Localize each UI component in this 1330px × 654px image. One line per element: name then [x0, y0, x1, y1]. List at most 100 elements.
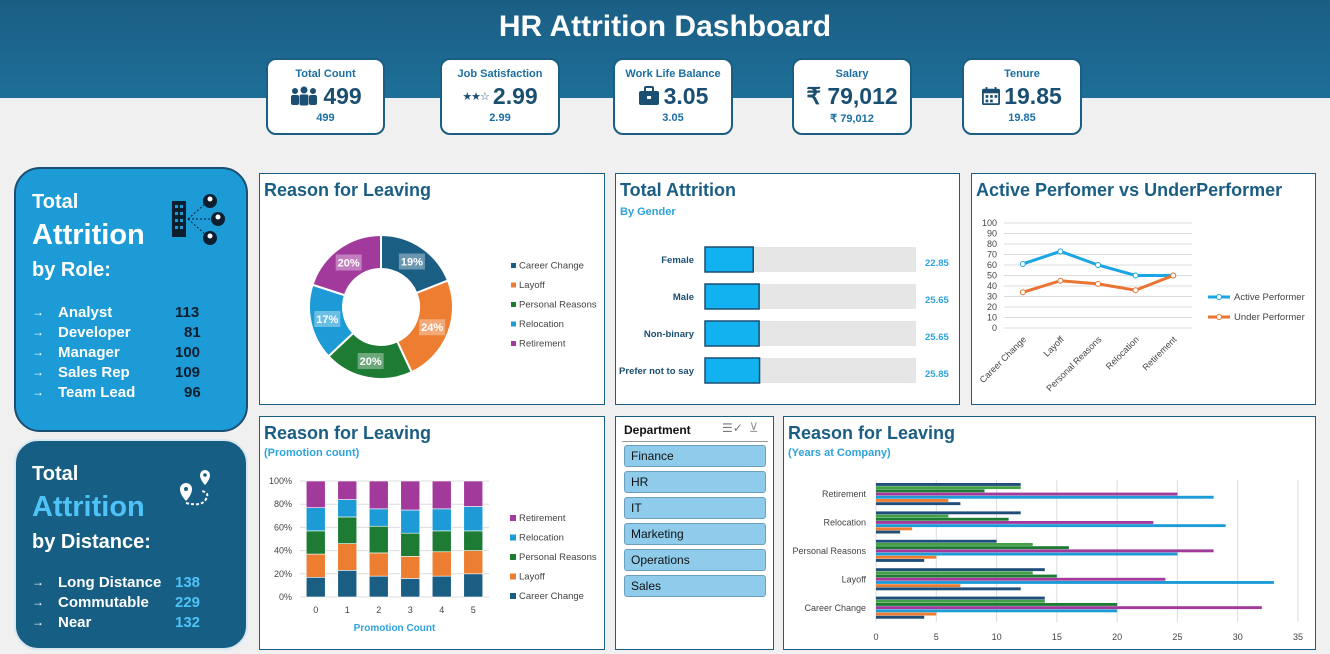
grouped-bar [876, 568, 1045, 572]
arrow-right-icon: → [32, 595, 44, 609]
card-line2: Attrition [32, 219, 145, 251]
role-name: Team Lead [58, 383, 136, 401]
attrition-by-distance-card: Total Attrition by Distance: → Long Dista… [14, 439, 248, 650]
grouped-bar [876, 609, 1118, 613]
x-tick-label: 4 [439, 605, 444, 615]
list-item: → Manager 100 [32, 342, 232, 362]
kpi-job-satisfaction[interactable]: Job Satisfaction ★★☆ 2.99 2.99 [440, 58, 560, 135]
distance-list: → Long Distance 138 → Commutable 229 → Near 13… [32, 572, 232, 632]
legend-label: Active Performer [1234, 292, 1305, 303]
x-tick-label: 35 [1293, 632, 1303, 642]
list-item: → Long Distance 138 [32, 572, 232, 592]
legend-swatch [510, 554, 516, 560]
category-label: Relocation [823, 518, 866, 528]
y-tick-label: 40% [274, 546, 292, 556]
people-icon [291, 86, 318, 106]
legend-marker [1216, 314, 1222, 320]
stacked-bar-segment [305, 530, 326, 555]
x-tick-label: 30 [1233, 632, 1243, 642]
slicer-item-finance[interactable]: Finance [624, 445, 766, 467]
list-item: → Analyst 113 [32, 302, 232, 322]
y-tick-label: 0 [992, 323, 997, 333]
data-point [1170, 272, 1177, 279]
y-tick-label: 10 [987, 313, 997, 323]
kpi-sub: 3.05 [662, 112, 684, 124]
y-tick-label: 90 [987, 229, 997, 239]
x-tick-label: Retirement [1140, 334, 1179, 373]
map-route-icon [180, 470, 210, 506]
calendar-icon [982, 87, 1001, 105]
x-tick-label: 25 [1172, 632, 1182, 642]
distance-value: 229 [175, 593, 201, 611]
kpi-sub: ₹ 79,012 [830, 113, 874, 125]
y-tick-label: 60% [274, 522, 292, 532]
donut-data-label: 20% [338, 258, 360, 270]
stacked-bar-segment [337, 543, 358, 571]
stacked-bar-segment [337, 480, 358, 500]
role-list: → Analyst 113 → Developer 81 → Manager 100 → Sa… [32, 302, 232, 402]
legend-label: Relocation [519, 533, 564, 544]
clear-filter-icon[interactable]: ⊻ [749, 420, 759, 436]
kpi-label: Salary [835, 68, 869, 80]
data-point [1132, 272, 1139, 279]
grouped-bar [876, 581, 1274, 584]
category-label: Prefer not to say [619, 366, 695, 377]
years-grouped-chart: 0 5 10 15 20 25 30 35 Retirement Relocation Person… [792, 480, 1303, 642]
category-label: Female [661, 255, 694, 266]
stacked-bar-segment [463, 550, 484, 575]
grouped-bar [876, 517, 1009, 521]
distance-name: Commutable [58, 593, 149, 611]
building-network-icon [172, 194, 225, 245]
stacked-bar-segment [463, 506, 484, 532]
slicer-item-it[interactable]: IT [624, 497, 766, 519]
kpi-value: ₹ 79,012 [806, 82, 898, 109]
donut-data-label: 20% [360, 356, 382, 368]
stacked-bar-segment [368, 575, 389, 598]
legend-label: Personal Reasons [519, 552, 597, 563]
x-axis-title: Promotion Count [354, 623, 436, 634]
role-value: 100 [175, 343, 201, 361]
arrow-right-icon: → [32, 305, 44, 319]
kpi-work-life-balance[interactable]: Work Life Balance 3.05 3.05 [613, 58, 733, 135]
stacked-bar-segment [431, 508, 452, 532]
slicer-item-operations[interactable]: Operations [624, 549, 766, 571]
card-line3: by Role: [32, 259, 111, 281]
stacked-bar-segment [463, 573, 484, 598]
x-tick-label: 20 [1112, 632, 1122, 642]
x-tick-label: 15 [1052, 632, 1062, 642]
kpi-tenure[interactable]: Tenure 19.85 19.85 [962, 58, 1082, 135]
list-item: → Commutable 229 [32, 592, 232, 612]
legend-label: Layoff [519, 280, 545, 291]
stacked-bar-segment [368, 552, 389, 577]
stacked-bar-segment [368, 525, 389, 554]
slicer-item-hr[interactable]: HR [624, 471, 766, 493]
list-item: → Developer 81 [32, 322, 232, 342]
multi-select-icon[interactable]: ☰✓ [722, 421, 743, 435]
role-value: 81 [184, 323, 201, 341]
arrow-right-icon: → [32, 575, 44, 589]
arrow-right-icon: → [32, 365, 44, 379]
stacked-bar-segment [400, 480, 421, 511]
stacked-bar-segment [305, 507, 326, 532]
role-name: Manager [58, 343, 120, 361]
category-label: Non-binary [644, 329, 695, 340]
kpi-label: Job Satisfaction [457, 68, 543, 80]
slicer-item-sales[interactable]: Sales [624, 575, 766, 597]
legend-label: Career Change [519, 591, 584, 602]
reason-donut-chart: 19% 24% 20% 17% 20% Career Change Layoff Person… [308, 233, 597, 380]
slicer-item-marketing[interactable]: Marketing [624, 523, 766, 545]
x-tick-label: 0 [873, 632, 878, 642]
kpi-total-count[interactable]: Total Count 499 499 [266, 58, 385, 135]
data-label: 22.85 [925, 258, 949, 269]
grouped-bar [876, 596, 1045, 600]
legend-label: Retirement [519, 339, 566, 350]
performer-line-chart: 1009080706050403020100Career Change Layof… [978, 218, 1305, 393]
x-tick-label: 10 [992, 632, 1002, 642]
kpi-label: Tenure [1004, 68, 1040, 80]
legend-swatch [511, 302, 516, 307]
card-line1: Total [32, 463, 79, 485]
attrition-by-role-card: Total Attrition by Role: → Analyst 113 → De… [14, 167, 248, 432]
kpi-salary[interactable]: Salary ₹ 79,012 ₹ 79,012 [792, 58, 912, 135]
y-tick-label: 40 [987, 281, 997, 291]
category-label: Retirement [822, 489, 867, 499]
